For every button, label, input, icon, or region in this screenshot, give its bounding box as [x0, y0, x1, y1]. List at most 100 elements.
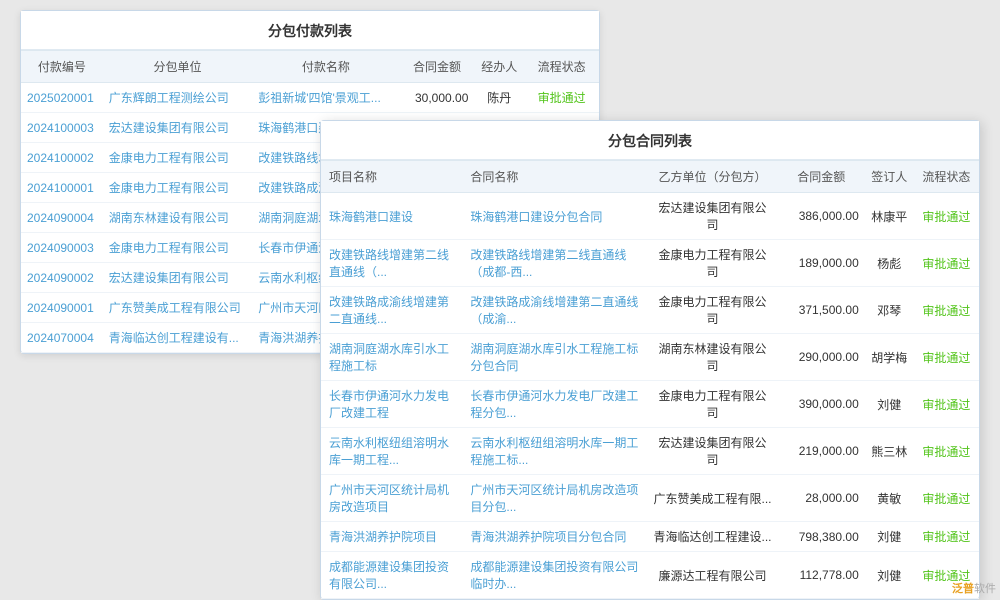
handler-cell: 陈丹: [474, 83, 524, 113]
contract-name-cell[interactable]: 改建铁路线增建第二线直通线（成都-西...: [462, 240, 647, 287]
project-cell[interactable]: 云南水利枢纽组溶明水库一期工程...: [321, 428, 462, 475]
payment-id-cell[interactable]: 2025020001: [21, 83, 103, 113]
company-cell[interactable]: 宏达建设集团有限公司: [103, 113, 252, 143]
company-cell[interactable]: 广东辉朗工程测绘公司: [103, 83, 252, 113]
company-cell[interactable]: 湖南东林建设有限公司: [103, 203, 252, 233]
contract-name-cell[interactable]: 珠海鹤港口建设分包合同: [462, 193, 647, 240]
amount-cell: 30,000.00: [400, 83, 475, 113]
contract-amount-cell: 386,000.00: [778, 193, 865, 240]
signer-cell: 杨彪: [865, 240, 914, 287]
contract-amount-cell: 219,000.00: [778, 428, 865, 475]
signer-cell: 黄敏: [865, 475, 914, 522]
contract-table-title: 分包合同列表: [321, 121, 979, 160]
payment-id-cell[interactable]: 2024090001: [21, 293, 103, 323]
table-row[interactable]: 成都能源建设集团投资有限公司... 成都能源建设集团投资有限公司临时办... 廉…: [321, 552, 979, 599]
company-cell[interactable]: 宏达建设集团有限公司: [103, 263, 252, 293]
table-row[interactable]: 2025020001 广东辉朗工程测绘公司 彭祖新城'四馆'景观工... 30,…: [21, 83, 599, 113]
payment-table-header: 付款编号 分包单位 付款名称 合同金额 经办人 流程状态: [21, 51, 599, 83]
payment-id-cell[interactable]: 2024070004: [21, 323, 103, 353]
contract-status-cell: 审批通过: [914, 428, 979, 475]
signer-cell: 邓琴: [865, 287, 914, 334]
contract-status-cell: 审批通过: [914, 240, 979, 287]
contract-status-cell: 审批通过: [914, 334, 979, 381]
contract-amount-cell: 390,000.00: [778, 381, 865, 428]
col-project: 项目名称: [321, 161, 462, 193]
col-company: 分包单位: [103, 51, 252, 83]
col-contract-name: 合同名称: [462, 161, 647, 193]
contract-name-cell[interactable]: 长春市伊通河水力发电厂改建工程分包...: [462, 381, 647, 428]
project-cell[interactable]: 广州市天河区统计局机房改造项目: [321, 475, 462, 522]
company-cell[interactable]: 金康电力工程有限公司: [103, 233, 252, 263]
payment-id-cell[interactable]: 2024100001: [21, 173, 103, 203]
party-cell: 广东赞美成工程有限...: [647, 475, 778, 522]
company-cell[interactable]: 广东赞美成工程有限公司: [103, 293, 252, 323]
col-status: 流程状态: [524, 51, 599, 83]
company-cell[interactable]: 金康电力工程有限公司: [103, 143, 252, 173]
project-cell[interactable]: 珠海鹤港口建设: [321, 193, 462, 240]
contract-status-cell: 审批通过: [914, 475, 979, 522]
project-cell[interactable]: 长春市伊通河水力发电厂改建工程: [321, 381, 462, 428]
payment-table-title: 分包付款列表: [21, 11, 599, 50]
signer-cell: 林康平: [865, 193, 914, 240]
col-party: 乙方单位（分包方）: [647, 161, 778, 193]
table-row[interactable]: 湖南洞庭湖水库引水工程施工标 湖南洞庭湖水库引水工程施工标分包合同 湖南东林建设…: [321, 334, 979, 381]
table-row[interactable]: 珠海鹤港口建设 珠海鹤港口建设分包合同 宏达建设集团有限公司 386,000.0…: [321, 193, 979, 240]
party-cell: 金康电力工程有限公司: [647, 240, 778, 287]
party-cell: 宏达建设集团有限公司: [647, 428, 778, 475]
contract-amount-cell: 290,000.00: [778, 334, 865, 381]
table-row[interactable]: 改建铁路成渝线增建第二直通线... 改建铁路成渝线增建第二直通线（成渝... 金…: [321, 287, 979, 334]
payment-id-cell[interactable]: 2024090004: [21, 203, 103, 233]
party-cell: 青海临达创工程建设...: [647, 522, 778, 552]
contract-amount-cell: 28,000.00: [778, 475, 865, 522]
payment-id-cell[interactable]: 2024100003: [21, 113, 103, 143]
party-cell: 宏达建设集团有限公司: [647, 193, 778, 240]
payment-name-cell[interactable]: 彭祖新城'四馆'景观工...: [252, 83, 399, 113]
contract-table: 项目名称 合同名称 乙方单位（分包方） 合同金额 签订人 流程状态 珠海鹤港口建…: [321, 160, 979, 599]
signer-cell: 刘健: [865, 552, 914, 599]
company-cell[interactable]: 金康电力工程有限公司: [103, 173, 252, 203]
contract-table-panel: 分包合同列表 项目名称 合同名称 乙方单位（分包方） 合同金额 签订人 流程状态…: [320, 120, 980, 600]
contract-status-cell: 审批通过: [914, 381, 979, 428]
table-row[interactable]: 广州市天河区统计局机房改造项目 广州市天河区统计局机房改造项目分包... 广东赞…: [321, 475, 979, 522]
signer-cell: 熊三林: [865, 428, 914, 475]
contract-amount-cell: 112,778.00: [778, 552, 865, 599]
col-amount: 合同金额: [400, 51, 475, 83]
contract-status-cell: 审批通过: [914, 522, 979, 552]
contract-status-cell: 审批通过: [914, 287, 979, 334]
col-handler: 经办人: [474, 51, 524, 83]
contract-amount-cell: 189,000.00: [778, 240, 865, 287]
contract-amount-cell: 798,380.00: [778, 522, 865, 552]
contract-name-cell[interactable]: 云南水利枢纽组溶明水库一期工程施工标...: [462, 428, 647, 475]
project-cell[interactable]: 湖南洞庭湖水库引水工程施工标: [321, 334, 462, 381]
table-row[interactable]: 云南水利枢纽组溶明水库一期工程... 云南水利枢纽组溶明水库一期工程施工标...…: [321, 428, 979, 475]
watermark: 泛普软件: [952, 580, 996, 596]
table-row[interactable]: 长春市伊通河水力发电厂改建工程 长春市伊通河水力发电厂改建工程分包... 金康电…: [321, 381, 979, 428]
contract-name-cell[interactable]: 湖南洞庭湖水库引水工程施工标分包合同: [462, 334, 647, 381]
table-row[interactable]: 改建铁路线增建第二线直通线（... 改建铁路线增建第二线直通线（成都-西... …: [321, 240, 979, 287]
payment-id-cell[interactable]: 2024100002: [21, 143, 103, 173]
party-cell: 金康电力工程有限公司: [647, 381, 778, 428]
contract-status-cell: 审批通过: [914, 193, 979, 240]
signer-cell: 胡学梅: [865, 334, 914, 381]
col-contract-status: 流程状态: [914, 161, 979, 193]
col-payment-name: 付款名称: [252, 51, 399, 83]
project-cell[interactable]: 青海洪湖养护院项目: [321, 522, 462, 552]
contract-name-cell[interactable]: 成都能源建设集团投资有限公司临时办...: [462, 552, 647, 599]
project-cell[interactable]: 改建铁路线增建第二线直通线（...: [321, 240, 462, 287]
company-cell[interactable]: 青海临达创工程建设有...: [103, 323, 252, 353]
project-cell[interactable]: 成都能源建设集团投资有限公司...: [321, 552, 462, 599]
contract-amount-cell: 371,500.00: [778, 287, 865, 334]
status-cell: 审批通过: [524, 83, 599, 113]
col-contract-amount: 合同金额: [778, 161, 865, 193]
contract-name-cell[interactable]: 青海洪湖养护院项目分包合同: [462, 522, 647, 552]
party-cell: 廉源达工程有限公司: [647, 552, 778, 599]
payment-id-cell[interactable]: 2024090003: [21, 233, 103, 263]
table-row[interactable]: 青海洪湖养护院项目 青海洪湖养护院项目分包合同 青海临达创工程建设... 798…: [321, 522, 979, 552]
party-cell: 金康电力工程有限公司: [647, 287, 778, 334]
col-payment-id: 付款编号: [21, 51, 103, 83]
contract-name-cell[interactable]: 改建铁路成渝线增建第二直通线（成渝...: [462, 287, 647, 334]
contract-name-cell[interactable]: 广州市天河区统计局机房改造项目分包...: [462, 475, 647, 522]
payment-id-cell[interactable]: 2024090002: [21, 263, 103, 293]
signer-cell: 刘健: [865, 522, 914, 552]
project-cell[interactable]: 改建铁路成渝线增建第二直通线...: [321, 287, 462, 334]
